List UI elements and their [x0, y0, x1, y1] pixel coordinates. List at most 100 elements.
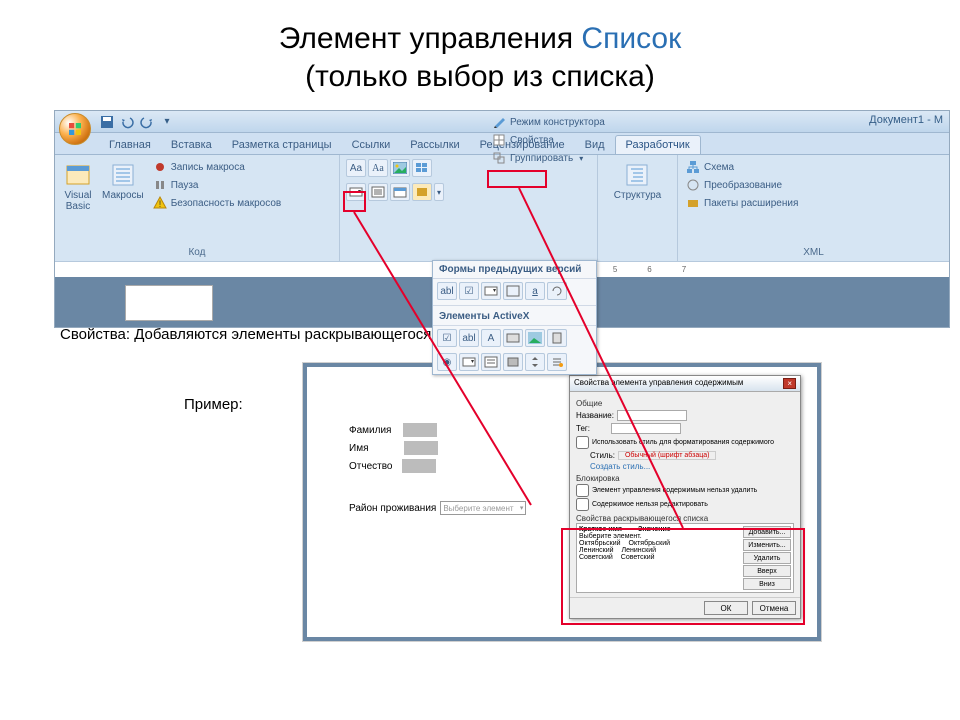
- lock-delete-check[interactable]: Элемент управления содержимым нельзя уда…: [576, 484, 794, 497]
- qat-more-icon[interactable]: ▾: [159, 114, 175, 130]
- tab-layout[interactable]: Разметка страницы: [222, 136, 342, 154]
- structure-button[interactable]: Структура: [611, 159, 664, 243]
- combobox-control-button[interactable]: [346, 183, 366, 201]
- group-button[interactable]: Группировать▾: [490, 150, 607, 166]
- field-tag-row: Тег:: [576, 423, 794, 434]
- field-name: Имя: [349, 441, 438, 455]
- properties-description: Свойства: Добавляются элементы раскрываю…: [60, 326, 482, 343]
- svg-text:!: !: [158, 199, 161, 209]
- tab-home[interactable]: Главная: [99, 136, 161, 154]
- ax-spin[interactable]: [525, 353, 545, 371]
- design-mode-button[interactable]: Режим конструктора: [490, 114, 607, 130]
- list-item[interactable]: СоветскийСоветский: [579, 554, 739, 561]
- schema-button[interactable]: Схема: [684, 159, 800, 175]
- legacy-shading[interactable]: a: [525, 282, 545, 300]
- list-item[interactable]: ОктябрьскийОктябрьский: [579, 540, 739, 547]
- legacy-text-field[interactable]: abl: [437, 282, 457, 300]
- legacy-checkbox[interactable]: ☑: [459, 282, 479, 300]
- list-item[interactable]: Выберите элемент.: [579, 533, 739, 540]
- tag-input[interactable]: [611, 423, 681, 434]
- record-macro-button[interactable]: Запись макроса: [151, 159, 284, 175]
- group-label-code: Код: [55, 245, 339, 261]
- close-icon[interactable]: ×: [783, 378, 796, 389]
- field-district: Район проживания Выберите элемент▾: [349, 501, 526, 515]
- legacy-tools-dropdown[interactable]: ▾: [434, 183, 444, 201]
- move-down-button[interactable]: Вниз: [743, 578, 791, 590]
- buildingblock-control-button[interactable]: [412, 159, 432, 177]
- pause-macro-button[interactable]: Пауза: [151, 177, 284, 193]
- ax-list[interactable]: [481, 353, 501, 371]
- style-select[interactable]: Обычный (шрифт абзаца): [618, 451, 716, 460]
- legacy-dropdown[interactable]: [481, 282, 501, 300]
- ax-option[interactable]: ◉: [437, 353, 457, 371]
- name-input[interactable]: [404, 441, 438, 455]
- edit-item-button[interactable]: Изменить...: [743, 539, 791, 551]
- example-doc-pane: Фамилия Имя Отчество Район проживания Вы…: [302, 362, 822, 642]
- picture-control-button[interactable]: [390, 159, 410, 177]
- group-label-structure: [598, 245, 677, 261]
- record-icon: [153, 160, 167, 174]
- legacy-tools-button[interactable]: [412, 183, 432, 201]
- ax-toggle[interactable]: [503, 353, 523, 371]
- new-style-button[interactable]: Создать стиль...: [590, 462, 794, 471]
- group-controls: Aa Aa ▾ Режим конструктора Свойства Груп…: [340, 155, 598, 261]
- ax-checkbox[interactable]: ☑: [437, 329, 457, 347]
- title-accent: Список: [581, 22, 681, 55]
- ribbon-content: Visual Basic Макросы Запись макроса Пауз…: [55, 155, 949, 261]
- visual-basic-button[interactable]: Visual Basic: [61, 159, 95, 243]
- slide-title: Элемент управления Список (только выбор …: [0, 0, 960, 109]
- office-button[interactable]: [59, 113, 91, 145]
- patronymic-input[interactable]: [402, 459, 436, 473]
- use-style-check[interactable]: Использовать стиль для форматирования со…: [576, 436, 794, 449]
- cancel-button[interactable]: Отмена: [752, 601, 796, 615]
- quick-access-toolbar: ▾: [99, 114, 175, 130]
- example-label: Пример:: [184, 396, 243, 413]
- legacy-reset[interactable]: [547, 282, 567, 300]
- warning-icon: !: [153, 196, 167, 210]
- properties-button[interactable]: Свойства: [490, 132, 607, 148]
- tab-mailings[interactable]: Рассылки: [400, 136, 469, 154]
- ax-scrollbar[interactable]: [547, 329, 567, 347]
- surname-input[interactable]: [403, 423, 437, 437]
- transform-button[interactable]: Преобразование: [684, 177, 800, 193]
- schema-icon: [686, 160, 700, 174]
- district-dropdown[interactable]: Выберите элемент▾: [440, 501, 526, 515]
- list-item[interactable]: ЛенинскийЛенинский: [579, 547, 739, 554]
- dropdown-list-control-button[interactable]: [368, 183, 388, 201]
- ax-button[interactable]: [503, 329, 523, 347]
- delete-item-button[interactable]: Удалить: [743, 552, 791, 564]
- richtext-control-button[interactable]: Aa: [346, 159, 366, 177]
- tab-developer[interactable]: Разработчик: [615, 135, 701, 154]
- macros-button[interactable]: Макросы: [99, 159, 147, 243]
- group-structure: Структура: [598, 155, 678, 261]
- add-item-button[interactable]: Добавить...: [743, 526, 791, 538]
- title-prefix: Элемент управления: [279, 22, 582, 55]
- tab-references[interactable]: Ссылки: [342, 136, 401, 154]
- content-control-properties-dialog: Свойства элемента управления содержимым×…: [569, 375, 801, 619]
- transform-icon: [686, 178, 700, 192]
- undo-icon[interactable]: [119, 114, 135, 130]
- properties-icon: [492, 133, 506, 147]
- move-up-button[interactable]: Вверх: [743, 565, 791, 577]
- ax-combo[interactable]: [459, 353, 479, 371]
- title-input[interactable]: [617, 410, 687, 421]
- section-lock: Блокировка: [576, 474, 794, 483]
- macros-icon: [109, 161, 137, 189]
- group-label-controls: [340, 245, 597, 261]
- tab-insert[interactable]: Вставка: [161, 136, 222, 154]
- ax-image[interactable]: [525, 329, 545, 347]
- legacy-frame[interactable]: [503, 282, 523, 300]
- save-icon[interactable]: [99, 114, 115, 130]
- dialog-titlebar: Свойства элемента управления содержимым×: [570, 376, 800, 392]
- redo-icon[interactable]: [139, 114, 155, 130]
- ax-label[interactable]: A: [481, 329, 501, 347]
- expansion-packs-button[interactable]: Пакеты расширения: [684, 195, 800, 211]
- ok-button[interactable]: ОК: [704, 601, 748, 615]
- ax-textbox[interactable]: abl: [459, 329, 479, 347]
- title-suffix: (только выбор из списка): [305, 60, 655, 93]
- lock-edit-check[interactable]: Содержимое нельзя редактировать: [576, 498, 794, 511]
- plaintext-control-button[interactable]: Aa: [368, 159, 388, 177]
- ax-more[interactable]: [547, 353, 567, 371]
- macro-security-button[interactable]: !Безопасность макросов: [151, 195, 284, 211]
- datepicker-control-button[interactable]: [390, 183, 410, 201]
